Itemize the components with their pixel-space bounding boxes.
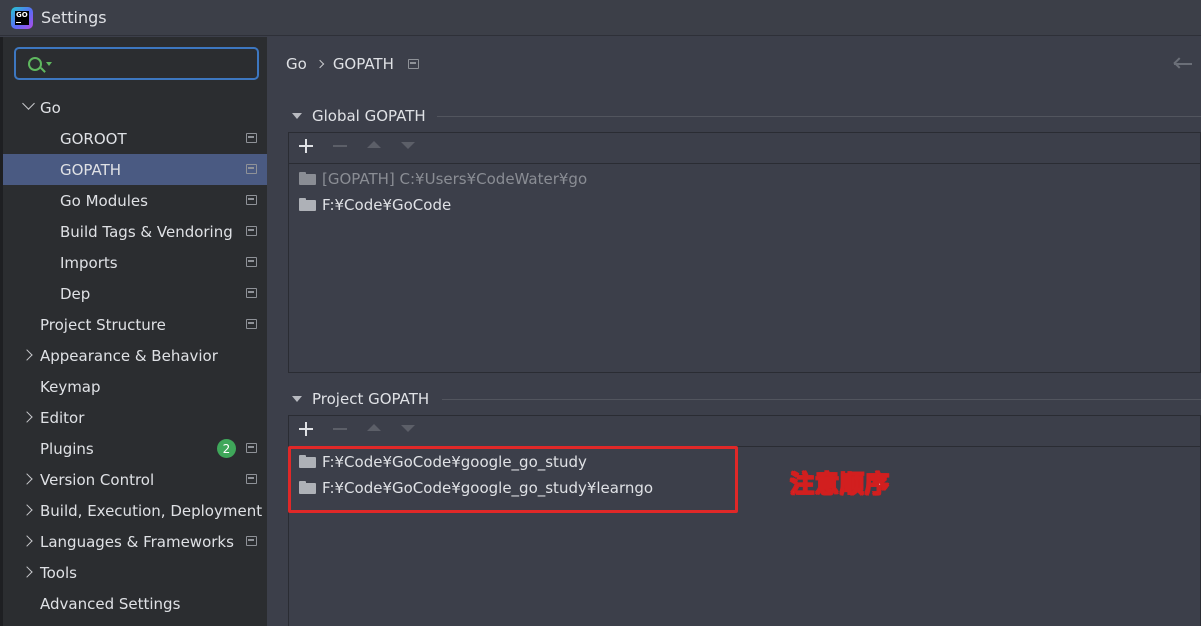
chevron-right-icon[interactable]	[21, 473, 33, 485]
annotation-highlight-box	[288, 446, 738, 513]
section-title: Project GOPATH	[312, 390, 430, 408]
sidebar-item-label: Keymap	[40, 377, 101, 396]
caret-down-icon[interactable]	[292, 396, 302, 402]
global-gopath-section-header[interactable]: Global GOPATH	[292, 107, 426, 125]
project-gopath-section-header[interactable]: Project GOPATH	[292, 390, 429, 408]
chevron-right-icon[interactable]	[21, 349, 33, 361]
project-level-icon	[246, 536, 257, 546]
sidebar-item-go-modules[interactable]: Go Modules	[3, 185, 267, 216]
sidebar-item-gopath[interactable]: GOPATH	[3, 154, 267, 185]
project-level-icon	[246, 226, 257, 236]
sidebar-item-label: Version Control	[40, 470, 155, 489]
project-level-icon	[246, 443, 257, 453]
sidebar-item-label: Dep	[60, 284, 91, 303]
move-down-icon[interactable]	[401, 425, 415, 432]
sidebar-item-go[interactable]: Go	[3, 92, 267, 123]
breadcrumb-current: GOPATH	[332, 55, 394, 73]
settings-content: Go GOPATH Global GOPATH [GOPATH] C:¥User…	[267, 37, 1201, 626]
chevron-right-icon[interactable]	[21, 411, 33, 423]
add-icon[interactable]	[299, 139, 313, 153]
search-box[interactable]	[14, 47, 259, 80]
move-up-icon[interactable]	[367, 141, 381, 148]
caret-down-icon[interactable]	[292, 113, 302, 119]
sidebar-item-project-structure[interactable]: Project Structure	[3, 309, 267, 340]
project-level-icon	[246, 164, 257, 174]
sidebar-item-label: Advanced Settings	[40, 594, 181, 613]
add-icon[interactable]	[299, 422, 313, 436]
sidebar-item-advanced-settings[interactable]: Advanced Settings	[3, 588, 267, 619]
project-level-icon	[246, 195, 257, 205]
sidebar-item-build-tags[interactable]: Build Tags & Vendoring	[3, 216, 267, 247]
sidebar-item-languages[interactable]: Languages & Frameworks	[3, 526, 267, 557]
sidebar-item-label: Languages & Frameworks	[40, 532, 234, 551]
sidebar-item-appearance[interactable]: Appearance & Behavior	[3, 340, 267, 371]
sidebar-item-label: Build Tags & Vendoring	[60, 222, 233, 241]
chevron-right-icon[interactable]	[21, 566, 33, 578]
sidebar-item-label: Project Structure	[40, 315, 166, 334]
list-toolbar	[289, 133, 1200, 164]
project-level-icon	[246, 319, 257, 329]
search-icon[interactable]	[28, 57, 42, 71]
sidebar-item-label: Tools	[40, 563, 77, 582]
path-text: [GOPATH] C:¥Users¥CodeWater¥go	[322, 170, 588, 188]
sidebar-item-keymap[interactable]: Keymap	[3, 371, 267, 402]
sidebar-item-dep[interactable]: Dep	[3, 278, 267, 309]
chevron-right-icon	[315, 59, 325, 69]
sidebar-item-label: GOROOT	[60, 129, 127, 148]
list-item[interactable]: F:¥Code¥GoCode	[299, 193, 451, 217]
sidebar-item-label: Go	[40, 98, 61, 117]
remove-icon[interactable]	[333, 145, 347, 147]
sidebar-item-label: Plugins	[40, 439, 94, 458]
plugins-update-badge: 2	[217, 439, 236, 458]
sidebar-item-label: Go Modules	[60, 191, 148, 210]
title-bar: GO Settings	[0, 0, 1201, 36]
sidebar-item-build-execution[interactable]: Build, Execution, Deployment	[3, 495, 267, 526]
goland-logo-icon: GO	[11, 6, 33, 29]
sidebar-item-label: Build, Execution, Deployment	[40, 501, 263, 520]
breadcrumb: Go GOPATH	[286, 55, 419, 73]
sidebar-item-label: GOPATH	[60, 160, 122, 179]
project-level-icon	[246, 257, 257, 267]
project-level-icon	[246, 133, 257, 143]
sidebar-item-editor[interactable]: Editor	[3, 402, 267, 433]
path-text: F:¥Code¥GoCode	[322, 196, 452, 214]
sidebar-item-version-control[interactable]: Version Control	[3, 464, 267, 495]
breadcrumb-parent[interactable]: Go	[286, 55, 307, 73]
settings-sidebar: Go GOROOT GOPATH Go Modules Build Tags &…	[0, 37, 267, 626]
sidebar-item-goroot[interactable]: GOROOT	[3, 123, 267, 154]
list-item[interactable]: [GOPATH] C:¥Users¥CodeWater¥go	[299, 167, 587, 191]
move-up-icon[interactable]	[367, 424, 381, 431]
sidebar-item-imports[interactable]: Imports	[3, 247, 267, 278]
list-toolbar	[289, 416, 1200, 447]
folder-icon	[299, 171, 316, 185]
search-options-caret-icon[interactable]	[46, 62, 52, 66]
chevron-right-icon[interactable]	[21, 535, 33, 547]
project-level-icon	[246, 288, 257, 298]
chevron-down-icon[interactable]	[22, 97, 35, 110]
search-input[interactable]	[56, 53, 251, 75]
back-arrow-icon[interactable]	[1172, 53, 1194, 73]
sidebar-item-tools[interactable]: Tools	[3, 557, 267, 588]
sidebar-item-label: Editor	[40, 408, 85, 427]
annotation-text: 注意顺序	[790, 469, 890, 499]
window-title: Settings	[41, 8, 107, 27]
sidebar-item-plugins[interactable]: Plugins 2	[3, 433, 267, 464]
move-down-icon[interactable]	[401, 142, 415, 149]
folder-icon	[299, 197, 316, 211]
project-level-icon	[246, 474, 257, 484]
project-level-icon	[407, 59, 419, 69]
remove-icon[interactable]	[333, 428, 347, 430]
sidebar-item-label: Appearance & Behavior	[40, 346, 218, 365]
divider	[437, 116, 1201, 117]
divider	[442, 399, 1201, 400]
section-title: Global GOPATH	[312, 107, 426, 125]
sidebar-item-label: Imports	[60, 253, 118, 272]
global-gopath-panel: [GOPATH] C:¥Users¥CodeWater¥go F:¥Code¥G…	[288, 132, 1201, 373]
chevron-right-icon[interactable]	[21, 504, 33, 516]
